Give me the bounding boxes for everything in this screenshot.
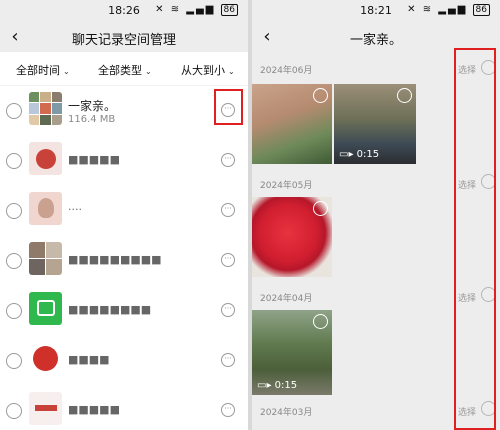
chat-row[interactable]: ■■■■■■■■■ ··· <box>0 236 248 286</box>
chat-row[interactable]: ■■■■■ ··· <box>0 386 248 430</box>
select-circle[interactable] <box>313 201 328 216</box>
chevron-down-icon: ⌄ <box>63 67 70 76</box>
more-horizontal-icon[interactable]: ··· <box>221 153 235 167</box>
contact-avatar <box>29 392 62 425</box>
video-camera-icon: ▭▸ 0:15 <box>257 380 298 391</box>
filter-type-label: 全部类型 <box>98 64 142 77</box>
group-avatar <box>29 242 62 275</box>
filter-type[interactable]: 全部类型 ⌄ <box>98 62 152 78</box>
filter-sort-label: 从大到小 <box>181 64 225 77</box>
video-duration: 0:15 <box>274 380 298 391</box>
chat-name: ■■■■■■■■ <box>68 303 152 316</box>
chat-row[interactable]: ···· ··· <box>0 186 248 236</box>
chat-name: ···· <box>68 203 82 216</box>
contact-avatar <box>29 342 62 375</box>
more-horizontal-icon[interactable]: ··· <box>221 303 235 317</box>
photo-thumbnail[interactable] <box>252 197 332 277</box>
chat-name: ■■■■■■■■■ <box>68 253 162 266</box>
select-circle[interactable] <box>397 88 412 103</box>
chat-name: ■■■■ <box>68 353 110 366</box>
chat-name: 一家亲。 <box>68 99 117 113</box>
wifi-icon: ≋ <box>422 4 434 15</box>
select-radio[interactable] <box>6 403 22 419</box>
select-circle[interactable] <box>313 314 328 329</box>
chat-name: ■■■■■ <box>68 153 120 166</box>
more-horizontal-icon[interactable]: ··· <box>221 353 235 367</box>
select-radio[interactable] <box>6 303 22 319</box>
page-title: 聊天记录空间管理 <box>71 33 176 48</box>
chat-size: 116.4 MB <box>68 114 116 125</box>
chat-row[interactable]: ■■■■ ··· <box>0 336 248 386</box>
more-horizontal-icon[interactable]: ··· <box>221 253 235 267</box>
signal-icon: ▂▄▆ <box>186 4 216 15</box>
chat-row[interactable]: 一家亲。 116.4 MB ··· <box>0 86 248 136</box>
system-icons: ✕ ≋ ▂▄▆ 86 <box>155 4 238 16</box>
select-circle[interactable] <box>313 88 328 103</box>
chat-row[interactable]: ■■■■■■■■ ··· <box>0 286 248 336</box>
chevron-down-icon: ⌄ <box>145 67 152 76</box>
wifi-icon: ≋ <box>170 4 182 15</box>
month-header: 2024年03月 <box>260 408 313 418</box>
status-bar: 18:21 ✕ ≋ ▂▄▆ 86 <box>252 0 500 22</box>
select-radio[interactable] <box>6 253 22 269</box>
highlight-box <box>454 48 496 430</box>
mute-icon: ✕ <box>407 4 418 15</box>
month-header: 2024年06月 <box>260 66 313 76</box>
contact-avatar <box>29 192 62 225</box>
status-bar: 18:26 ✕ ≋ ▂▄▆ 86 <box>0 0 248 22</box>
video-thumbnail[interactable]: ▭▸ 0:15 <box>334 84 416 164</box>
select-radio[interactable] <box>6 103 22 119</box>
mute-icon: ✕ <box>155 4 166 15</box>
video-camera-icon: ▭▸ 0:15 <box>339 149 380 160</box>
month-header: 2024年05月 <box>260 181 313 191</box>
chat-row[interactable]: ■■■■■ ··· <box>0 136 248 186</box>
select-radio[interactable] <box>6 203 22 219</box>
filter-time[interactable]: 全部时间 ⌄ <box>16 62 70 78</box>
more-horizontal-icon[interactable]: ··· <box>221 403 235 417</box>
select-radio[interactable] <box>6 153 22 169</box>
battery-indicator: 86 <box>220 4 238 16</box>
storage-management-screen: 18:26 ✕ ≋ ▂▄▆ 86 ‹ 聊天记录空间管理 全部时间 ⌄ 全部类型 ⌄ … <box>0 0 248 430</box>
photo-thumbnail[interactable] <box>252 84 332 164</box>
nav-bar: ‹ 聊天记录空间管理 <box>0 22 248 52</box>
security-shield-icon <box>29 292 62 325</box>
signal-icon: ▂▄▆ <box>438 4 468 15</box>
contact-avatar <box>29 142 62 175</box>
video-duration: 0:15 <box>356 149 380 160</box>
battery-indicator: 86 <box>472 4 490 16</box>
select-radio[interactable] <box>6 353 22 369</box>
filter-sort[interactable]: 从大到小 ⌄ <box>181 62 235 78</box>
chat-name: ■■■■■ <box>68 403 120 416</box>
highlight-box <box>214 89 243 125</box>
page-title: 一家亲。 <box>349 33 402 48</box>
filter-time-label: 全部时间 <box>16 64 60 77</box>
chevron-down-icon: ⌄ <box>228 67 235 76</box>
filter-bar: 全部时间 ⌄ 全部类型 ⌄ 从大到小 ⌄ <box>0 52 248 86</box>
video-thumbnail[interactable]: ▭▸ 0:15 <box>252 310 332 395</box>
system-icons: ✕ ≋ ▂▄▆ 86 <box>407 4 490 16</box>
more-horizontal-icon[interactable]: ··· <box>221 203 235 217</box>
group-avatar <box>29 92 62 125</box>
month-header: 2024年04月 <box>260 294 313 304</box>
